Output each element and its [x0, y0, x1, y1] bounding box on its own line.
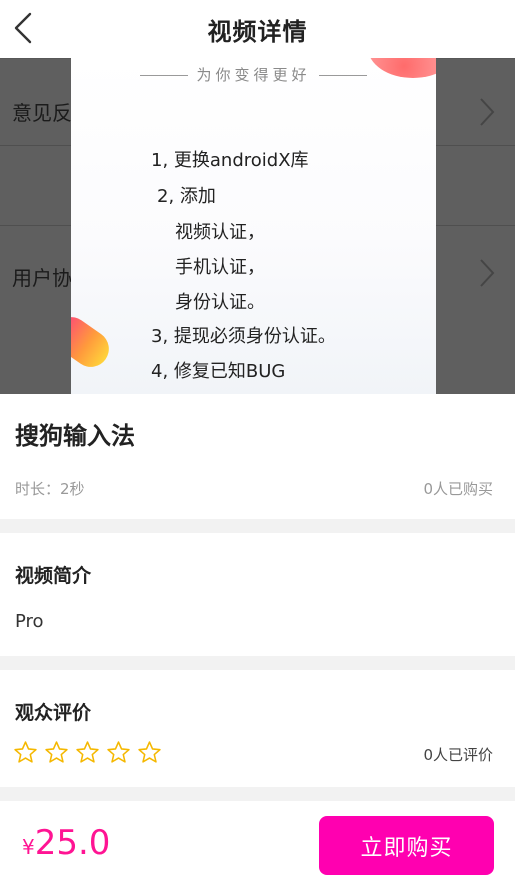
divider: [140, 75, 189, 76]
price: ¥25.0: [22, 823, 110, 863]
video-info-card: 搜狗输入法 时长：2秒 0人已购买: [0, 394, 515, 519]
slogan-text: 为你变得更好: [196, 66, 311, 84]
buy-now-button[interactable]: 立即购买: [319, 816, 494, 875]
video-intro-card: 视频简介 Pro: [0, 533, 515, 656]
divider: [318, 75, 367, 76]
price-value: 25.0: [34, 823, 111, 863]
video-player[interactable]: 意见反 用户协 为你变得更好 1, 更换androidX库 2, 添加 视频认证…: [0, 58, 515, 394]
note-line: 手机认证，: [175, 257, 265, 278]
video-name: 搜狗输入法: [15, 422, 135, 450]
audience-review-card: 观众评价 0人已评价: [0, 670, 515, 787]
star-rating[interactable]: [13, 740, 168, 765]
star-icon[interactable]: [137, 740, 162, 765]
decorative-blob: [71, 310, 116, 374]
background-list-item-label: 意见反: [12, 101, 72, 125]
note-line: 4, 修复已知BUG: [151, 361, 286, 382]
review-title: 观众评价: [15, 702, 92, 724]
page-title: 视频详情: [207, 17, 308, 46]
currency-symbol: ¥: [22, 835, 35, 859]
video-slogan: 为你变得更好: [71, 64, 436, 85]
star-icon[interactable]: [75, 740, 100, 765]
chevron-right-icon: [480, 98, 495, 126]
star-icon[interactable]: [44, 740, 69, 765]
intro-text: Pro: [15, 611, 44, 632]
chevron-right-icon: [480, 259, 495, 287]
intro-title: 视频简介: [15, 565, 92, 587]
note-line: 身份认证。: [175, 292, 265, 313]
note-line: 1, 更换androidX库: [151, 150, 309, 171]
star-icon[interactable]: [106, 740, 131, 765]
note-line: 3, 提现必须身份认证。: [151, 326, 336, 347]
video-frame[interactable]: 为你变得更好 1, 更换androidX库 2, 添加 视频认证， 手机认证， …: [71, 58, 436, 394]
review-count: 0人已评价: [423, 746, 493, 764]
note-line: 视频认证，: [175, 222, 265, 243]
back-arrow-icon[interactable]: [10, 10, 40, 46]
note-line: 2, 添加: [157, 186, 216, 207]
background-list-item-label: 用户协: [12, 266, 72, 290]
video-duration: 时长：2秒: [15, 480, 85, 498]
header-bar: 视频详情: [0, 0, 515, 58]
star-icon[interactable]: [13, 740, 38, 765]
buyer-count: 0人已购买: [423, 480, 493, 498]
purchase-bar: ¥25.0 立即购买: [0, 801, 515, 888]
